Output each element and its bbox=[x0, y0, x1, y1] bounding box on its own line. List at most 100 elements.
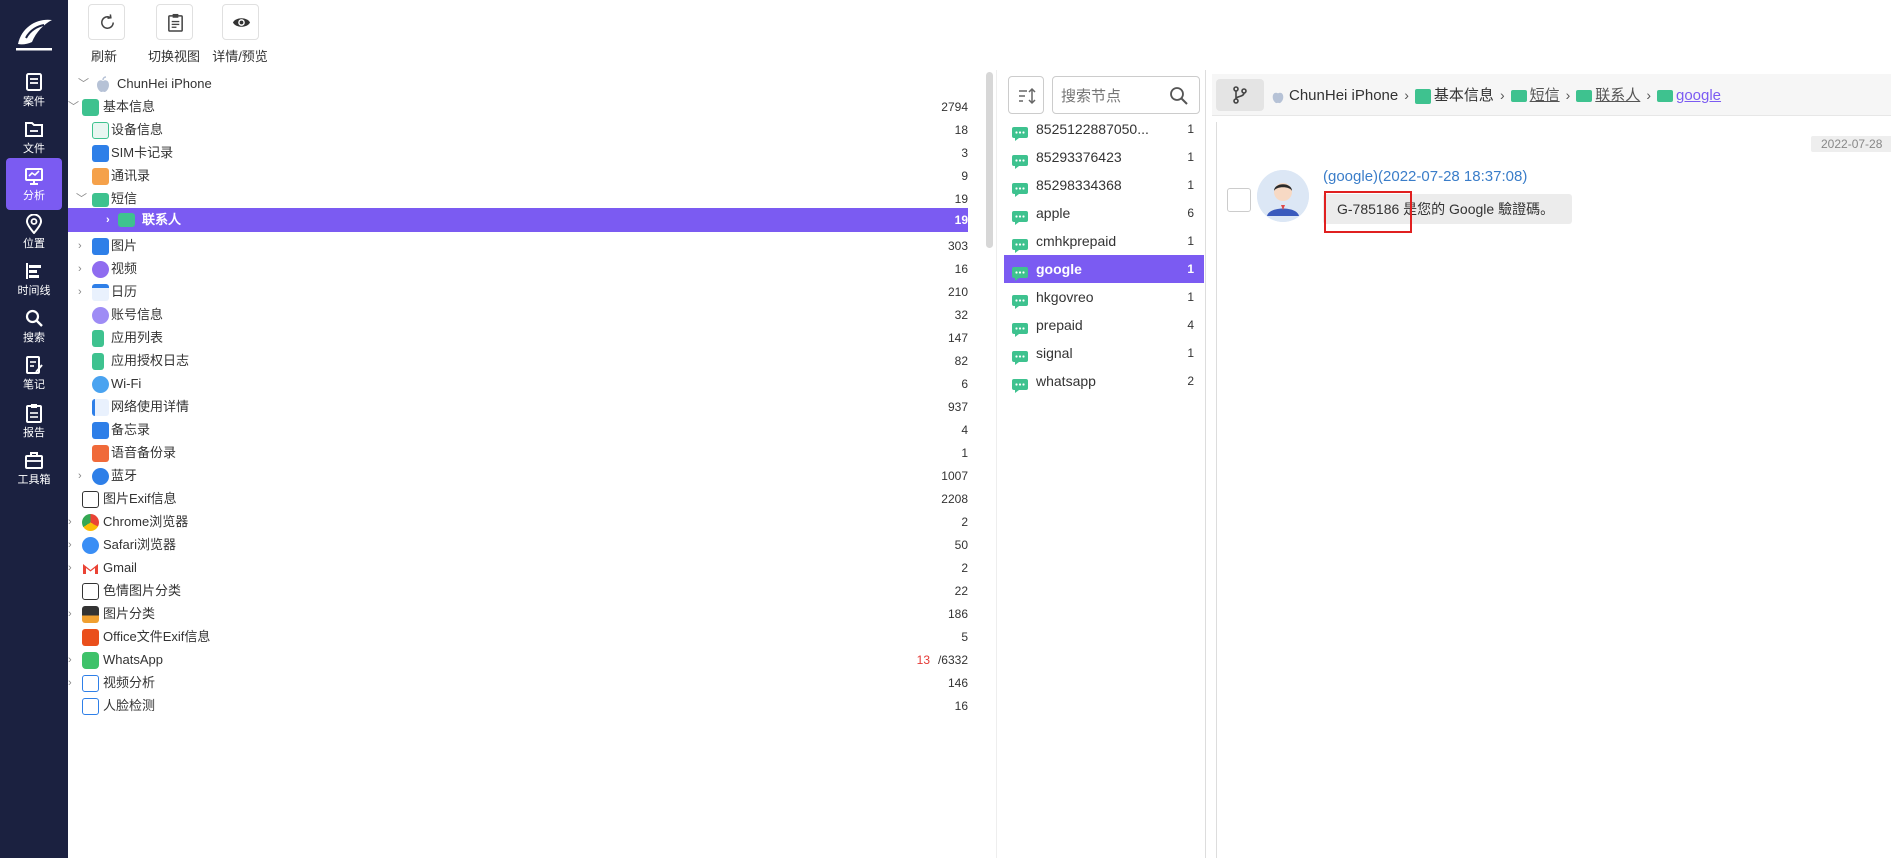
node-list-item[interactable]: 8525122887050... 1 bbox=[1004, 115, 1204, 143]
folder-icon bbox=[25, 122, 43, 137]
message-sender: (google)(2022-07-28 18:37:08) bbox=[1323, 168, 1528, 185]
tree-node-contacts[interactable]: › 联系人 19 bbox=[68, 208, 968, 232]
sms-icon bbox=[1576, 90, 1593, 103]
switch-view-button[interactable]: 切换视图 bbox=[144, 4, 204, 64]
pane-divider[interactable] bbox=[1205, 70, 1206, 858]
image-icon bbox=[82, 491, 99, 508]
device-info-icon bbox=[82, 99, 99, 116]
breadcrumb-label: 联系人 bbox=[1595, 87, 1641, 105]
analysis-icon bbox=[25, 168, 43, 185]
node-list-label: google bbox=[1036, 261, 1082, 277]
message-panel: 2022-07-28 (google)(2022-07-28 18:37:08)… bbox=[1216, 122, 1891, 858]
highlight-box bbox=[1324, 191, 1412, 233]
list-icon bbox=[92, 145, 109, 162]
tree-count: 16 bbox=[954, 699, 968, 713]
breadcrumb-label: 短信 bbox=[1529, 87, 1560, 105]
node-list-label: cmhkprepaid bbox=[1036, 233, 1117, 249]
refresh-button[interactable]: 刷新 bbox=[88, 4, 125, 64]
chevron-right-icon: › bbox=[1499, 87, 1505, 103]
sms-icon bbox=[1012, 150, 1028, 169]
refresh-icon bbox=[101, 14, 114, 29]
nav-note[interactable]: 笔记 bbox=[6, 347, 62, 399]
nav-search-label: 搜索 bbox=[23, 332, 45, 344]
node-list-item[interactable]: signal 1 bbox=[1004, 339, 1204, 367]
nav-note-label: 笔记 bbox=[23, 379, 45, 391]
left-nav: 案件 文件 分析 位置 时间线 搜索 笔记 报告 工具箱 bbox=[0, 0, 68, 858]
breadcrumb-bar: ChunHei iPhone › 基本信息 › 短信 › 联系人 › google bbox=[1212, 74, 1891, 116]
pane-divider[interactable] bbox=[996, 70, 997, 858]
nav-location[interactable]: 位置 bbox=[6, 206, 62, 258]
office-icon bbox=[82, 629, 99, 646]
network-icon bbox=[92, 399, 109, 416]
safari-icon bbox=[82, 537, 99, 554]
tree-node-face-detect[interactable]: 人脸检测 16 bbox=[68, 692, 968, 720]
nav-timeline[interactable]: 时间线 bbox=[6, 253, 62, 305]
preview-button[interactable]: 详情/预览 bbox=[208, 4, 272, 64]
nav-analysis[interactable]: 分析 bbox=[6, 158, 62, 210]
nav-file-label: 文件 bbox=[23, 143, 45, 155]
preview-label: 详情/预览 bbox=[212, 49, 268, 64]
node-list-item[interactable]: apple 6 bbox=[1004, 199, 1204, 227]
breadcrumb: ChunHei iPhone › 基本信息 › 短信 › 联系人 › google bbox=[1270, 74, 1721, 116]
node-list-count: 1 bbox=[1187, 234, 1194, 248]
sms-icon bbox=[118, 213, 135, 227]
node-list-count: 1 bbox=[1187, 262, 1194, 276]
node-list-item[interactable]: 85293376423 1 bbox=[1004, 143, 1204, 171]
apple-icon bbox=[97, 76, 109, 92]
sms-icon bbox=[1510, 90, 1527, 103]
sms-icon bbox=[1012, 178, 1028, 197]
node-list-item[interactable]: hkgovreo 1 bbox=[1004, 283, 1204, 311]
sms-icon bbox=[92, 193, 109, 207]
search-icon[interactable] bbox=[1169, 86, 1189, 106]
node-list-label: hkgovreo bbox=[1036, 289, 1094, 305]
chevron-right-icon: › bbox=[1565, 87, 1571, 103]
nav-toolbox[interactable]: 工具箱 bbox=[6, 442, 62, 494]
nav-case[interactable]: 案件 bbox=[6, 64, 62, 116]
node-list-item[interactable]: google 1 bbox=[1004, 255, 1204, 283]
video-icon bbox=[92, 261, 109, 278]
toolbox-icon bbox=[25, 452, 43, 469]
breadcrumb-contacts[interactable]: 联系人 bbox=[1576, 75, 1640, 117]
chevron-right-icon[interactable]: › bbox=[106, 208, 118, 232]
sms-icon bbox=[1012, 346, 1028, 365]
phone-book-icon bbox=[92, 168, 109, 185]
nav-file[interactable]: 文件 bbox=[6, 111, 62, 163]
breadcrumb-label: 基本信息 bbox=[1433, 87, 1494, 105]
case-tree: ﹀ ChunHei iPhone ﹀ 基本信息 2794 设备信息 18 SIM… bbox=[68, 70, 986, 858]
search-icon bbox=[25, 309, 43, 327]
node-list-count: 4 bbox=[1187, 318, 1194, 332]
tree-scrollbar[interactable] bbox=[986, 72, 993, 248]
clipboard-icon bbox=[167, 13, 183, 32]
nav-search[interactable]: 搜索 bbox=[6, 300, 62, 352]
message-checkbox[interactable] bbox=[1227, 188, 1251, 212]
breadcrumb-basic-info[interactable]: 基本信息 bbox=[1414, 75, 1494, 117]
detail-pane: ChunHei iPhone › 基本信息 › 短信 › 联系人 › google 2022-0… bbox=[1212, 74, 1891, 858]
node-list-item[interactable]: cmhkprepaid 1 bbox=[1004, 227, 1204, 255]
nav-toolbox-label: 工具箱 bbox=[17, 474, 51, 486]
node-list-count: 1 bbox=[1187, 178, 1194, 192]
chevron-right-icon: › bbox=[1646, 87, 1651, 103]
node-list-label: apple bbox=[1036, 205, 1071, 221]
case-icon bbox=[26, 73, 42, 91]
node-list-count: 1 bbox=[1187, 150, 1194, 164]
node-list-label: 85298334368 bbox=[1036, 177, 1122, 193]
node-search-input[interactable] bbox=[1061, 85, 1161, 107]
face-detect-icon bbox=[82, 698, 99, 715]
nav-report[interactable]: 报告 bbox=[6, 395, 62, 447]
breadcrumb-device[interactable]: ChunHei iPhone bbox=[1270, 75, 1398, 117]
breadcrumb-sms[interactable]: 短信 bbox=[1510, 75, 1560, 117]
sort-button[interactable] bbox=[1008, 76, 1044, 114]
branch-button[interactable] bbox=[1216, 79, 1264, 111]
node-list-item[interactable]: 85298334368 1 bbox=[1004, 171, 1204, 199]
node-list-count: 1 bbox=[1187, 290, 1194, 304]
node-list-item[interactable]: prepaid 4 bbox=[1004, 311, 1204, 339]
calendar-icon bbox=[92, 284, 109, 301]
breadcrumb-google[interactable]: google bbox=[1656, 75, 1721, 117]
chrome-icon bbox=[82, 514, 99, 531]
sort-icon bbox=[1019, 87, 1036, 105]
node-list-item[interactable]: whatsapp 2 bbox=[1004, 367, 1204, 395]
node-search-box[interactable] bbox=[1052, 76, 1200, 114]
whatsapp-icon bbox=[82, 652, 99, 669]
sms-icon bbox=[1656, 90, 1673, 103]
wifi-icon bbox=[92, 376, 109, 393]
